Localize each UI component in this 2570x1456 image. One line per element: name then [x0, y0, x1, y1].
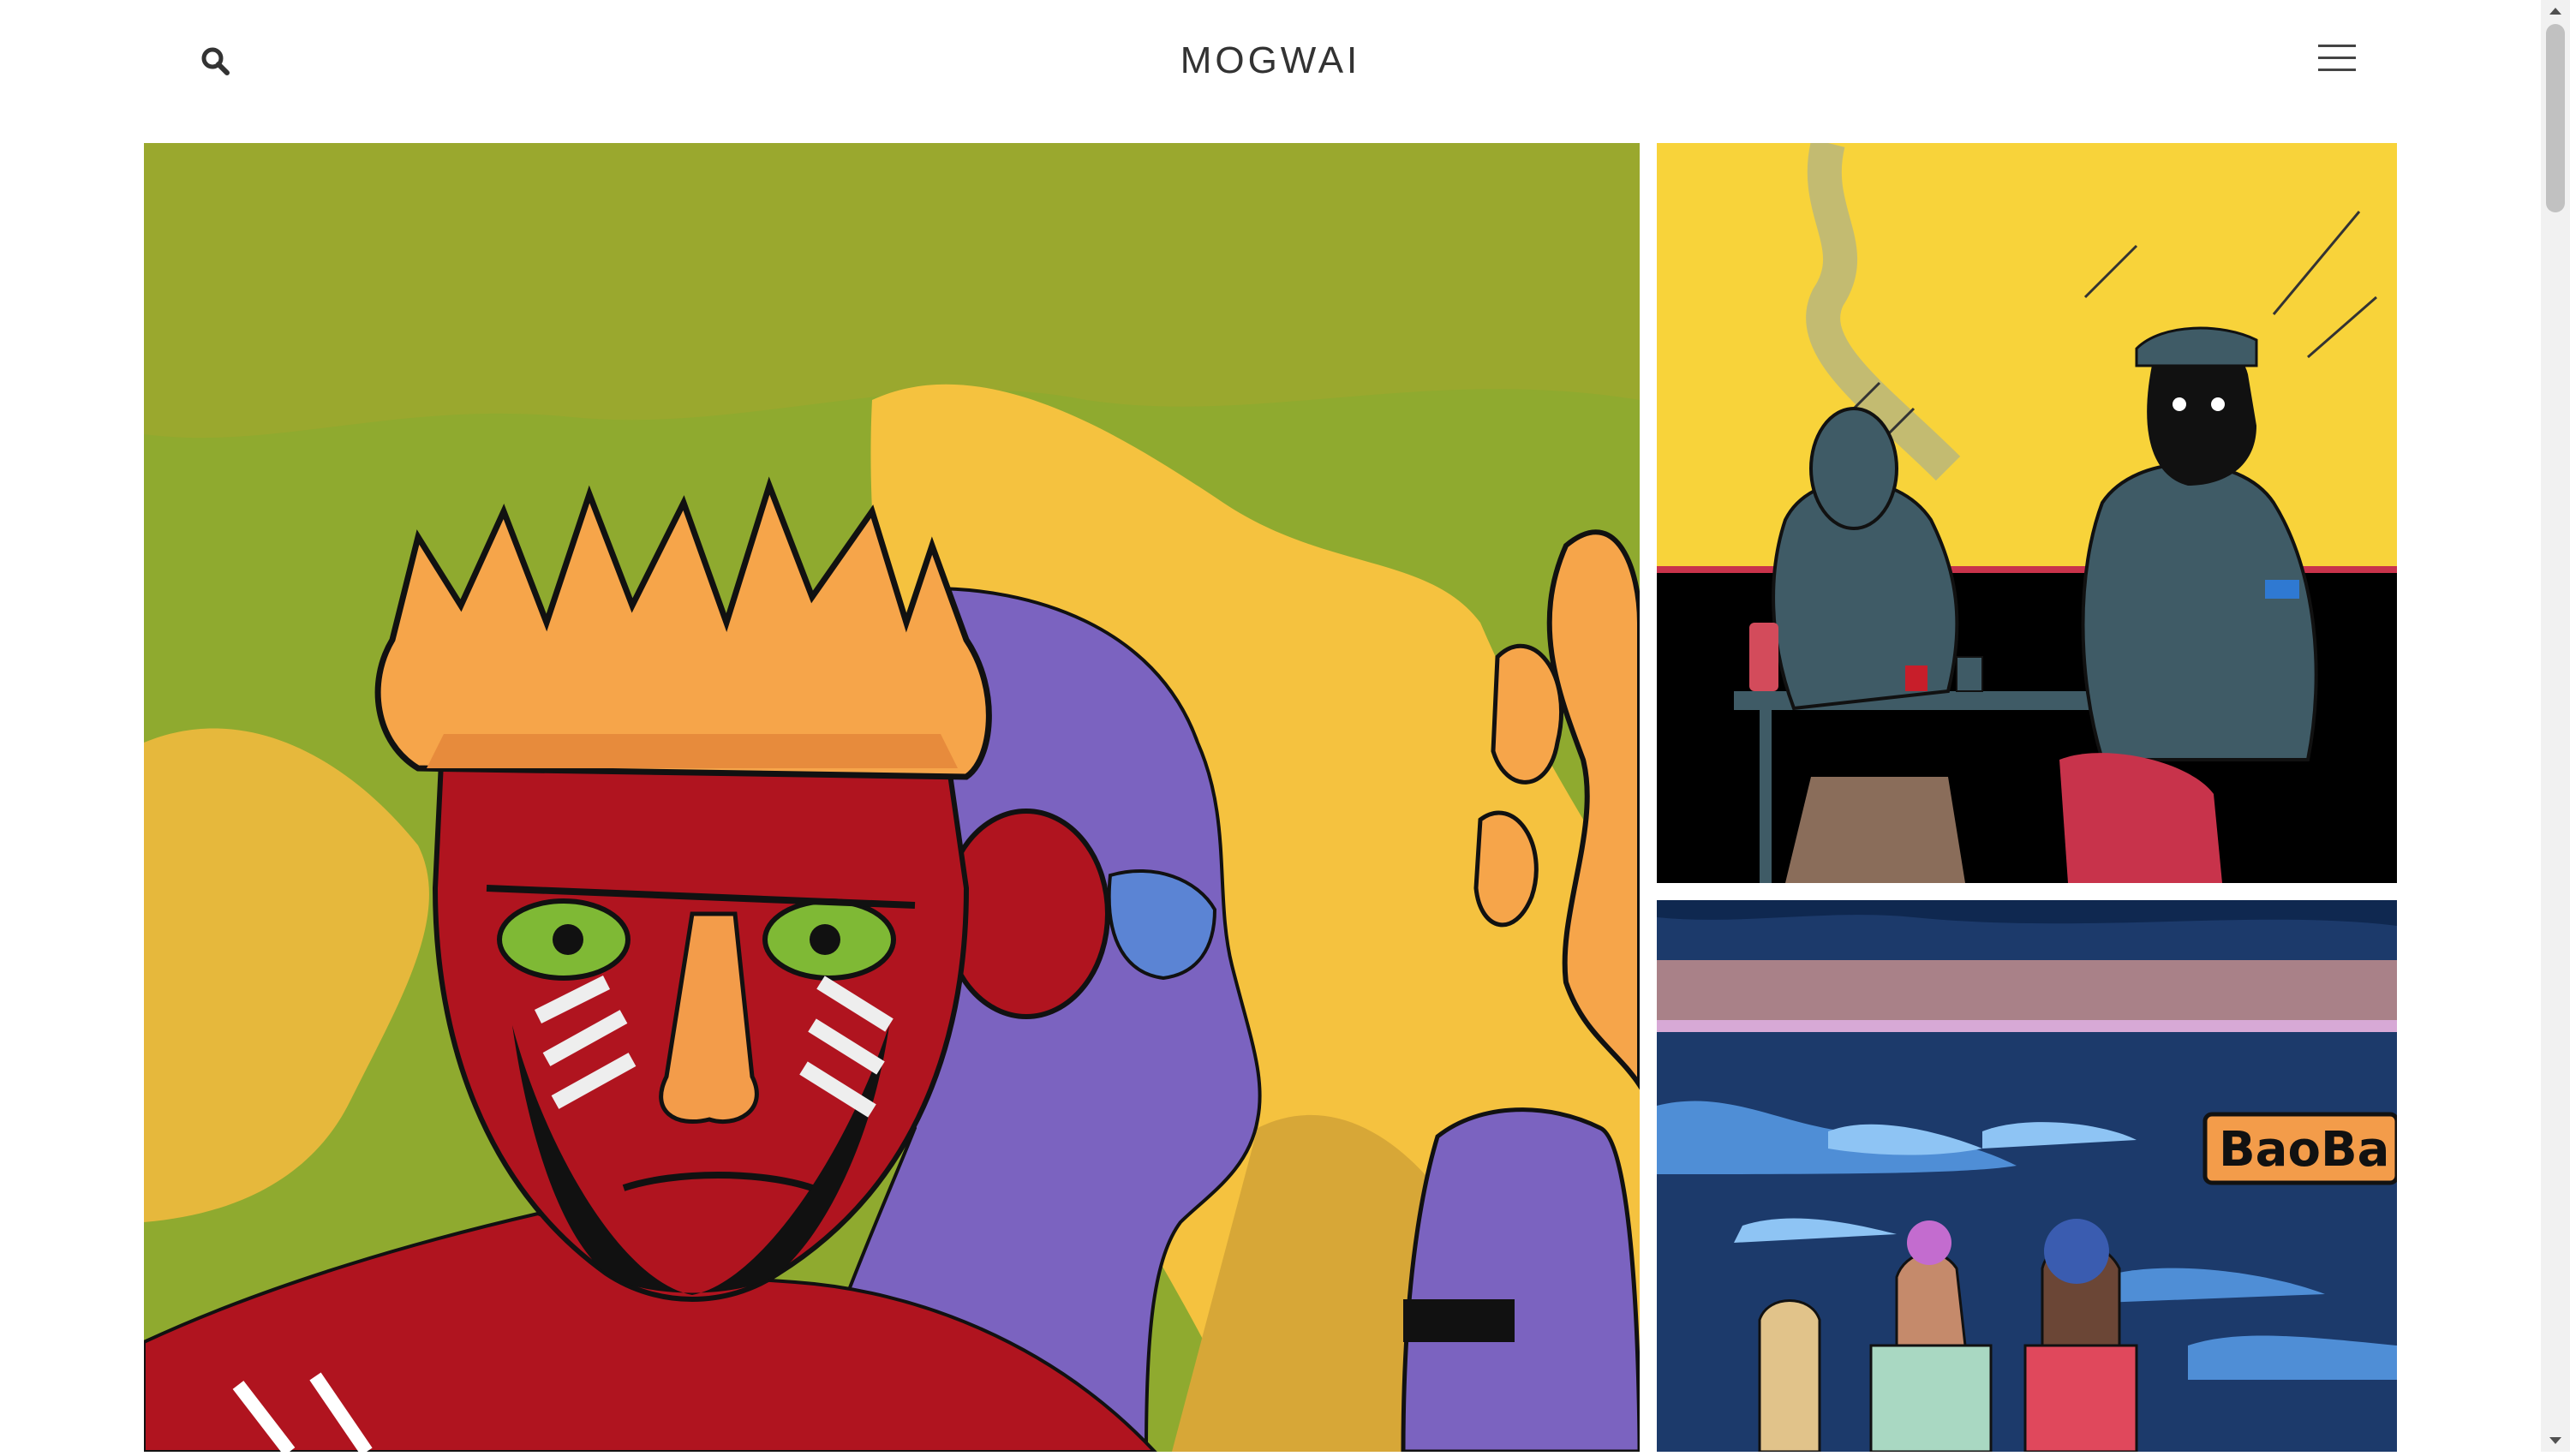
hamburger-line [2318, 69, 2356, 71]
hamburger-line [2318, 57, 2356, 59]
artwork-crowned-figures-image [144, 143, 1640, 1452]
baobab-sign-text: BaoBa [2219, 1122, 2389, 1178]
artwork-baobab-night-image: BaoBa [1657, 900, 2397, 1452]
hamburger-menu-icon [2318, 45, 2356, 47]
artwork-smoking-table[interactable] [1657, 143, 2397, 883]
menu-button[interactable] [2318, 45, 2359, 74]
vertical-scrollbar[interactable] [2541, 0, 2570, 1452]
artwork-smoking-table-image [1657, 143, 2397, 883]
site-header: MOGWAI [0, 0, 2541, 141]
site-title[interactable]: MOGWAI [0, 39, 2541, 82]
scroll-up-arrow-icon[interactable] [2541, 0, 2570, 22]
artwork-baobab-night[interactable]: BaoBa [1657, 900, 2397, 1452]
scrollbar-thumb[interactable] [2546, 24, 2565, 212]
scroll-down-arrow-icon[interactable] [2541, 1429, 2570, 1452]
artwork-crowned-figures[interactable] [144, 143, 1640, 1452]
